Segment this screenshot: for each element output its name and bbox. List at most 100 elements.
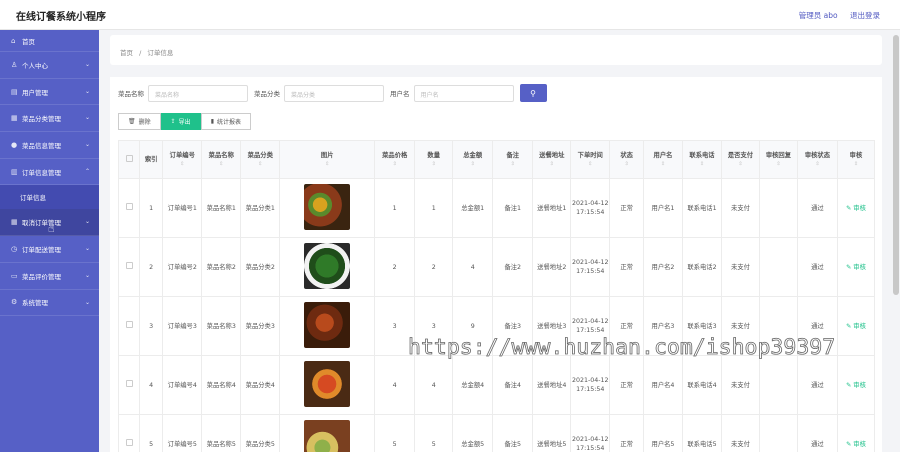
dish-image-cell xyxy=(279,414,376,452)
chevron-down-icon: ⌄ xyxy=(84,141,90,149)
col-image[interactable]: 图片 ⇳ xyxy=(279,140,376,179)
delete-label: 删除 xyxy=(138,119,151,126)
top-bar: 在线订餐系统小程序 管理员 abo 退出登录 xyxy=(0,0,900,30)
col-phone[interactable]: 联系电话 ⇳ xyxy=(681,140,722,179)
cell-cat: 菜品分类3 xyxy=(240,296,281,356)
dish-photo[interactable] xyxy=(304,183,351,230)
page-scrollbar[interactable] xyxy=(893,35,899,295)
sort-icon[interactable]: ⇳ xyxy=(571,160,609,169)
audit-button[interactable]: ✎ 审核 xyxy=(846,323,866,330)
row-checkbox[interactable] xyxy=(125,321,133,328)
select-all-checkbox[interactable] xyxy=(125,154,133,162)
dish-name-input[interactable]: 菜品名称 xyxy=(148,84,248,102)
action-bar: 🗑 删除 ⇪ 导出 ▮ 统计报表 xyxy=(118,113,252,130)
cell-total: 总金额4 xyxy=(452,355,494,415)
select-all-header[interactable] xyxy=(117,140,141,179)
audit-button[interactable]: ✎ 审核 xyxy=(846,264,866,271)
cell-paid: 未支付 xyxy=(720,237,760,297)
col-total[interactable]: 总金额 ⇳ xyxy=(452,140,494,179)
sidebar-item-users[interactable]: ▤ 用户管理 ⌄ xyxy=(0,79,99,106)
sort-icon[interactable]: ⇳ xyxy=(415,160,452,169)
sidebar-item-home[interactable]: ⌂ 首页 xyxy=(0,30,99,52)
cell-time: 2021-04-12 17:15:54 xyxy=(570,296,611,356)
report-button[interactable]: ▮ 统计报表 xyxy=(200,113,252,130)
sidebar-item-orders[interactable]: ▥ 订单信息管理 ⌃ xyxy=(0,159,99,186)
sidebar-item-dish-category[interactable]: ▦ 菜品分类管理 ⌄ xyxy=(0,105,99,133)
col-note[interactable]: 备注 ⇳ xyxy=(492,140,534,179)
sort-icon[interactable]: ⇳ xyxy=(533,160,570,169)
row-checkbox[interactable] xyxy=(125,262,133,269)
row-select-cell xyxy=(117,355,141,415)
cell-audit: 通过 xyxy=(796,414,838,452)
audit-button[interactable]: ✎ 审核 xyxy=(846,441,866,448)
col-index: 索引 xyxy=(139,140,164,179)
col-reply[interactable]: 审核回复 ⇳ xyxy=(758,140,798,179)
cell-phone: 联系电话4 xyxy=(681,355,722,415)
cell-idx: 3 xyxy=(139,296,164,356)
dish-photo[interactable] xyxy=(304,301,351,348)
sort-icon[interactable]: ⇳ xyxy=(610,160,643,169)
sort-icon[interactable]: ⇳ xyxy=(798,160,837,169)
dish-photo[interactable] xyxy=(304,419,351,452)
row-checkbox[interactable] xyxy=(125,203,133,210)
sort-icon[interactable]: ⇳ xyxy=(202,160,240,169)
logout-link[interactable]: 退出登录 xyxy=(850,11,880,20)
breadcrumb-home[interactable]: 首页 xyxy=(120,49,133,57)
admin-label[interactable]: 管理员 abo xyxy=(799,11,838,20)
col-qty[interactable]: 数量 ⇳ xyxy=(414,140,454,179)
search-button[interactable]: ⚲ xyxy=(519,84,547,102)
sidebar-item-system[interactable]: ⚙ 系统管理 ⌄ xyxy=(0,290,99,317)
sort-icon[interactable]: ⇳ xyxy=(722,160,759,169)
chevron-down-icon: ⌄ xyxy=(84,245,90,253)
sidebar-item-profile[interactable]: ♙ 个人中心 ⌄ xyxy=(0,52,99,79)
chevron-down-icon: ⌄ xyxy=(84,61,90,68)
col-category[interactable]: 菜品分类 ⇳ xyxy=(240,140,281,179)
export-button[interactable]: ⇪ 导出 xyxy=(160,113,201,130)
col-address[interactable]: 送餐地址 ⇳ xyxy=(532,140,572,179)
sort-icon[interactable]: ⇳ xyxy=(644,160,682,169)
audit-button[interactable]: ✎ 审核 xyxy=(846,382,866,389)
col-price[interactable]: 菜品价格 ⇳ xyxy=(374,140,416,179)
cell-price: 2 xyxy=(374,237,416,297)
dish-photo[interactable] xyxy=(304,242,351,289)
cell-idx: 4 xyxy=(139,355,164,415)
sidebar-subitem-order-info[interactable]: 订单信息 xyxy=(0,185,99,210)
dish-category-input[interactable]: 菜品分类 xyxy=(284,84,384,102)
col-status[interactable]: 状态 ⇳ xyxy=(609,140,644,179)
cell-note: 备注5 xyxy=(492,414,534,452)
cell-time: 2021-04-12 17:15:54 xyxy=(570,178,611,238)
settings-icon: ⚙ xyxy=(11,298,18,307)
sidebar-item-reviews[interactable]: ▭ 菜品评价管理 ⌄ xyxy=(0,263,99,290)
sort-icon[interactable]: ⇳ xyxy=(453,160,492,169)
username-input[interactable]: 用户名 xyxy=(413,84,514,102)
col-paid[interactable]: 是否支付 ⇳ xyxy=(720,140,760,179)
upload-icon: ⇪ xyxy=(170,118,176,125)
sort-icon[interactable]: ⇳ xyxy=(760,160,797,169)
cell-note: 备注2 xyxy=(492,237,534,297)
col-order-no[interactable]: 订单编号 ⇳ xyxy=(162,140,203,179)
row-checkbox[interactable] xyxy=(125,380,133,387)
sort-icon[interactable]: ⇳ xyxy=(493,160,532,169)
col-dish[interactable]: 菜品名称 ⇳ xyxy=(201,140,242,179)
sort-icon[interactable]: ⇳ xyxy=(375,160,414,169)
cell-price: 5 xyxy=(374,414,416,452)
sort-icon[interactable]: ⇳ xyxy=(838,160,874,169)
sort-icon[interactable]: ⇳ xyxy=(163,160,201,169)
cell-qty: 1 xyxy=(414,178,454,238)
sidebar-item-dish-info[interactable]: ● 菜品信息管理 ⌄ xyxy=(0,132,99,159)
audit-button[interactable]: ✎ 审核 xyxy=(846,205,866,212)
col-time[interactable]: 下单时间 ⇳ xyxy=(570,140,611,179)
row-checkbox[interactable] xyxy=(125,439,133,446)
row-select-cell xyxy=(117,237,141,297)
sort-icon[interactable]: ⇳ xyxy=(280,160,374,169)
cell-price: 4 xyxy=(374,355,416,415)
col-audit-status[interactable]: 审核状态 ⇳ xyxy=(796,140,838,179)
delete-button[interactable]: 🗑 删除 xyxy=(118,113,161,130)
sort-icon[interactable]: ⇳ xyxy=(683,160,721,169)
sidebar-item-label: 用户管理 xyxy=(22,88,48,97)
sidebar-item-delivery[interactable]: ◷ 订单配送管理 ⌄ xyxy=(0,236,99,263)
chevron-down-icon: ⌄ xyxy=(84,298,90,306)
sort-icon[interactable]: ⇳ xyxy=(241,160,279,169)
col-user[interactable]: 用户名 ⇳ xyxy=(642,140,683,179)
dish-photo[interactable] xyxy=(304,360,351,407)
